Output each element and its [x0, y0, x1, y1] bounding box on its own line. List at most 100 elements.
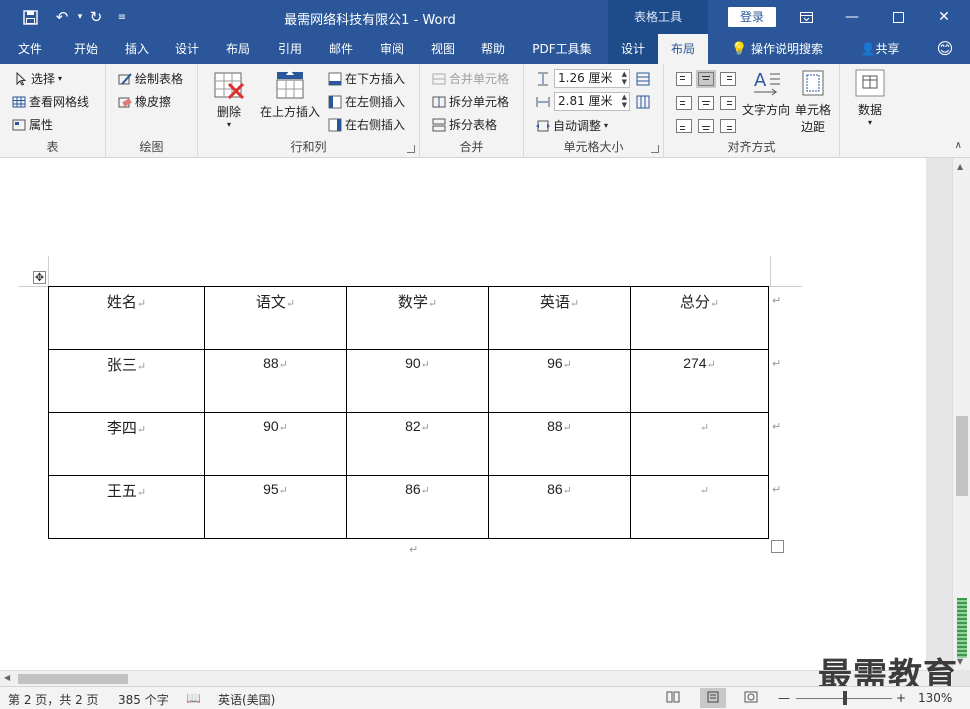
align-top-left-icon[interactable] [676, 72, 692, 86]
group-label-cell-size: 单元格大小 [563, 140, 624, 154]
table-cell[interactable]: ↵ [630, 412, 769, 476]
table-cell[interactable]: 90↵ [204, 412, 347, 476]
ribbon-display-options-icon[interactable] [784, 0, 828, 34]
rows-columns-launcher-icon[interactable] [407, 145, 415, 153]
merge-cells-button[interactable]: 合并单元格 [432, 70, 509, 87]
login-button[interactable]: 登录 [728, 7, 776, 27]
tab-help[interactable]: 帮助 [470, 34, 516, 64]
table-cell[interactable]: 88↵ [488, 412, 631, 476]
data-button[interactable]: 数据 ▾ [850, 68, 890, 127]
delete-button[interactable]: 删除 ▾ [208, 70, 250, 129]
tab-file[interactable]: 文件 [8, 34, 52, 64]
table-cell[interactable]: 张三↵ [48, 349, 205, 413]
table-cell[interactable]: 李四↵ [48, 412, 205, 476]
proofing-icon[interactable]: 📖 [186, 691, 201, 705]
tell-me-search[interactable]: 💡 操作说明搜索 [722, 34, 832, 64]
table-resize-handle-icon[interactable] [771, 540, 784, 553]
table-cell[interactable]: 86↵ [346, 475, 489, 539]
horizontal-scrollbar[interactable]: ◀ [0, 670, 952, 686]
align-bottom-left-icon[interactable] [676, 119, 692, 133]
row-height-spinner-icon[interactable]: ▲ ▼ [622, 70, 627, 86]
table-cell[interactable]: 96↵ [488, 349, 631, 413]
table-cell[interactable]: 王五↵ [48, 475, 205, 539]
column-width-input[interactable]: 2.81 厘米 ▲ ▼ [554, 92, 630, 111]
scroll-up-icon[interactable]: ▲ [957, 162, 963, 171]
insert-right-button[interactable]: 在右侧插入 [328, 116, 405, 133]
autofit-button[interactable]: 自动调整 ▾ [536, 117, 608, 134]
cell-size-launcher-icon[interactable] [651, 145, 659, 153]
insert-above-button[interactable]: 在上方插入 [258, 70, 322, 120]
table-header-cell[interactable]: 英语↵ [488, 286, 631, 350]
close-icon[interactable]: ✕ [922, 0, 966, 34]
table-cell[interactable]: 82↵ [346, 412, 489, 476]
save-icon[interactable] [18, 6, 42, 28]
insert-below-button[interactable]: 在下方插入 [328, 70, 405, 87]
tab-table-design[interactable]: 设计 [610, 34, 656, 64]
align-middle-center-icon[interactable] [698, 96, 714, 110]
zoom-slider-thumb[interactable] [843, 691, 847, 705]
tab-view[interactable]: 视图 [420, 34, 466, 64]
vertical-scrollbar[interactable]: ▲ ▼ [952, 158, 970, 670]
table-header-cell[interactable]: 数学↵ [346, 286, 489, 350]
tab-pdf-tools[interactable]: PDF工具集 [526, 34, 598, 64]
align-top-right-icon[interactable] [720, 72, 736, 86]
horizontal-scroll-thumb[interactable] [18, 674, 128, 684]
customize-qat-icon[interactable]: ≡ [110, 6, 134, 28]
row-height-input[interactable]: 1.26 厘米 ▲ ▼ [554, 69, 630, 88]
align-middle-left-icon[interactable] [676, 96, 692, 110]
tab-home[interactable]: 开始 [62, 34, 110, 64]
insert-left-button[interactable]: 在左侧插入 [328, 93, 405, 110]
align-bottom-center-icon[interactable] [698, 119, 714, 133]
vertical-scroll-thumb[interactable] [956, 416, 968, 496]
cell-margins-button[interactable]: 单元格 边距 [790, 68, 836, 135]
align-middle-right-icon[interactable] [720, 96, 736, 110]
web-layout-icon[interactable] [744, 691, 758, 706]
share-button[interactable]: 👤共享 [852, 34, 908, 64]
table-cell[interactable]: 90↵ [346, 349, 489, 413]
table-cell[interactable]: 88↵ [204, 349, 347, 413]
zoom-level[interactable]: 130% [918, 691, 952, 705]
tab-insert[interactable]: 插入 [114, 34, 160, 64]
word-count[interactable]: 385 个字 [118, 691, 169, 708]
tab-references[interactable]: 引用 [266, 34, 314, 64]
print-layout-icon[interactable] [700, 688, 726, 708]
table-cell[interactable]: 86↵ [488, 475, 631, 539]
tab-review[interactable]: 审阅 [368, 34, 416, 64]
table-cell[interactable]: ↵ [630, 475, 769, 539]
tab-table-layout[interactable]: 布局 [658, 34, 708, 64]
page-count[interactable]: 第 2 页，共 2 页 [8, 691, 99, 708]
table-header-cell[interactable]: 姓名↵ [48, 286, 205, 350]
table-header-cell[interactable]: 语文↵ [204, 286, 347, 350]
table-move-handle-icon[interactable]: ✥ [33, 271, 46, 284]
select-button[interactable]: 选择 ▾ [14, 70, 62, 87]
read-mode-icon[interactable] [666, 691, 680, 706]
minimize-icon[interactable]: — [830, 0, 874, 34]
align-bottom-right-icon[interactable] [720, 119, 736, 133]
table-cell[interactable]: 274↵ [630, 349, 769, 413]
table-cell[interactable]: 95↵ [204, 475, 347, 539]
split-table-button[interactable]: 拆分表格 [432, 116, 497, 133]
align-top-center-icon[interactable] [696, 70, 716, 88]
view-gridlines-button[interactable]: 查看网格线 [12, 93, 89, 110]
text-direction-button[interactable]: A 文字方向 [740, 68, 792, 118]
eraser-button[interactable]: 橡皮擦 [118, 93, 171, 110]
table-header-cell[interactable]: 总分↵ [630, 286, 769, 350]
split-cells-button[interactable]: 拆分单元格 [432, 93, 509, 110]
tab-mailings[interactable]: 邮件 [318, 34, 364, 64]
draw-table-button[interactable]: 绘制表格 [118, 70, 183, 87]
language-indicator[interactable]: 英语(美国) [218, 691, 275, 708]
tab-design[interactable]: 设计 [164, 34, 210, 64]
document-page[interactable]: ✥ 姓名↵ 语文↵ 数学↵ 英语↵ 总分↵ 张三↵ 88↵ 90↵ 96↵ 274↵ 李四↵ 90↵ 8… [0, 158, 926, 670]
smiley-feedback-icon[interactable]: 😊 [932, 34, 958, 64]
scroll-left-icon[interactable]: ◀ [4, 673, 10, 682]
zoom-in-icon[interactable]: + [896, 691, 906, 705]
column-width-spinner-icon[interactable]: ▲ ▼ [622, 93, 627, 109]
distribute-columns-icon[interactable] [636, 95, 650, 109]
tab-layout[interactable]: 布局 [214, 34, 262, 64]
properties-button[interactable]: 属性 [12, 116, 53, 133]
collapse-ribbon-icon[interactable]: ∧ [955, 140, 962, 151]
repeat-icon[interactable]: ↻ [84, 6, 108, 28]
zoom-out-icon[interactable]: — [778, 691, 790, 705]
maximize-icon[interactable] [876, 0, 920, 34]
distribute-rows-icon[interactable] [636, 72, 650, 86]
